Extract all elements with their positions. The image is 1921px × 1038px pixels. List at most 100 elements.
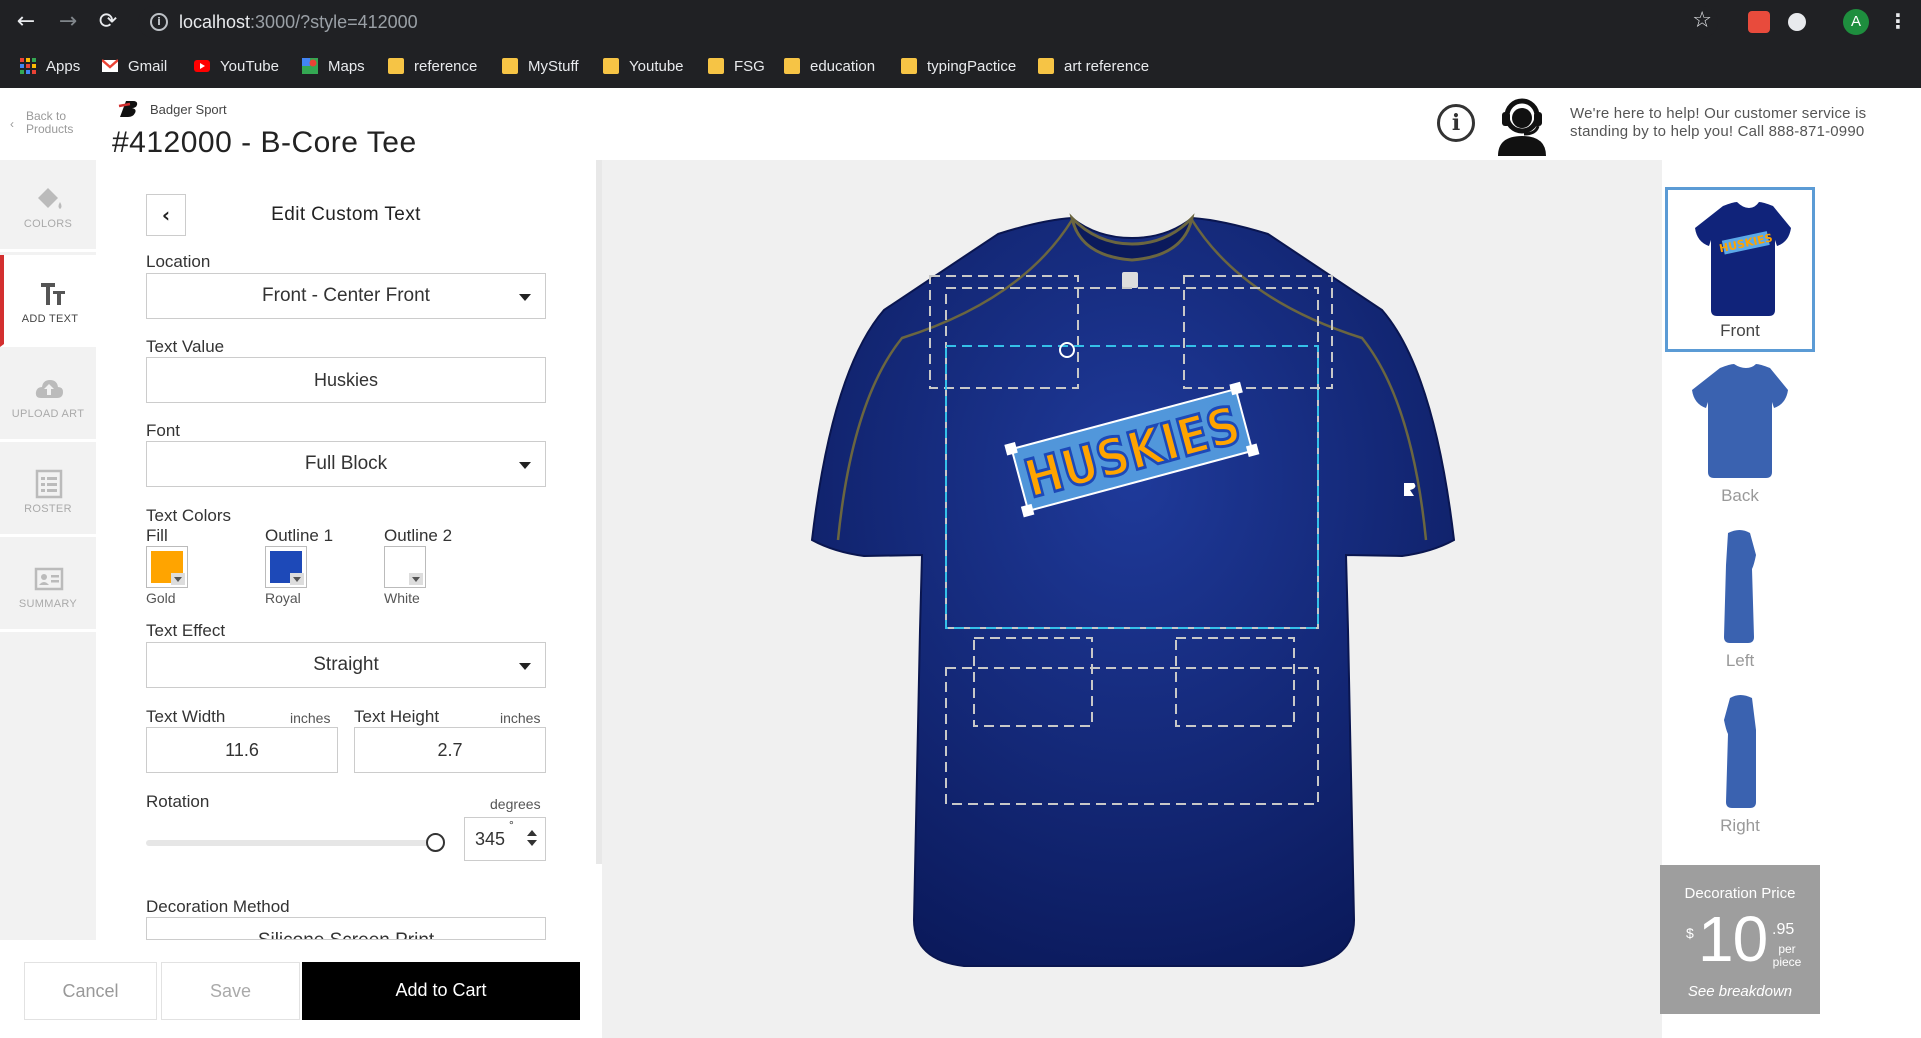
maps-icon (302, 58, 318, 74)
folder-icon (708, 58, 724, 74)
add-to-cart-button[interactable]: Add to Cart (302, 962, 580, 1020)
cancel-button[interactable]: Cancel (24, 962, 157, 1020)
site-info-icon[interactable]: i (150, 13, 168, 31)
rail-item-roster[interactable]: ROSTER (0, 445, 96, 537)
view-left[interactable]: Left (1665, 517, 1815, 682)
customer-service-agent-icon (1498, 98, 1546, 156)
text-value-input[interactable]: Huskies (146, 357, 546, 403)
decoration-method-select[interactable]: Silicone Screen Print (146, 917, 546, 940)
location-select[interactable]: Front - Center Front (146, 273, 546, 319)
view-right[interactable]: Right (1665, 682, 1815, 847)
rail-item-add-text[interactable]: ADD TEXT (0, 255, 96, 347)
reload-icon[interactable]: ⟳ (96, 10, 120, 34)
outline2-label: Outline 2 (384, 526, 453, 545)
spinner-arrows-icon[interactable] (527, 830, 537, 850)
outline1-color-swatch[interactable] (265, 546, 307, 588)
bookmark-folder[interactable]: art reference (1038, 44, 1149, 88)
rail-item-upload-art[interactable]: UPLOAD ART (0, 350, 96, 442)
bookmark-label: Youtube (629, 57, 684, 75)
text-width-input[interactable]: 11.6 (146, 727, 338, 773)
rail-item-colors[interactable]: COLORS (0, 160, 96, 252)
panel-back-button[interactable]: ‹ (146, 194, 186, 236)
view-back[interactable]: Back (1665, 352, 1815, 517)
folder-icon (502, 58, 518, 74)
tshirt-body (810, 216, 1456, 967)
action-bar: Cancel Save Add to Cart (0, 940, 602, 1038)
url-path: :3000/?style=412000 (250, 12, 418, 32)
bookmark-youtube[interactable]: YouTube (194, 44, 279, 88)
bookmark-label: FSG (734, 57, 765, 75)
forward-arrow-icon[interactable]: → (56, 10, 80, 34)
text-effect-select[interactable]: Straight (146, 642, 546, 688)
view-selector: HUSKIES Front Back Left Right (1665, 187, 1815, 852)
neck-logo-icon (1122, 272, 1138, 288)
rail-item-summary[interactable]: SUMMARY (0, 540, 96, 632)
url-text[interactable]: localhost:3000/?style=412000 (179, 12, 418, 33)
rotation-label: Rotation (146, 792, 210, 811)
decoration-price-box: Decoration Price $ 10 .95 per piece See … (1660, 865, 1820, 1014)
tshirt-left-thumbnail (1724, 530, 1756, 643)
save-button[interactable]: Save (161, 962, 300, 1020)
view-front[interactable]: HUSKIES Front (1665, 187, 1815, 352)
address-bar[interactable]: i localhost:3000/?style=412000 ☆ (138, 6, 1718, 38)
gmail-icon (102, 59, 118, 72)
bookmark-star-icon[interactable]: ☆ (1692, 8, 1712, 33)
bookmark-label: Gmail (128, 57, 168, 75)
extension-icon[interactable] (1788, 13, 1806, 31)
cloud-upload-icon (35, 380, 63, 398)
see-breakdown-link[interactable]: See breakdown (1660, 983, 1820, 1000)
caret-down-icon (409, 573, 423, 585)
bookmark-apps[interactable]: Apps (20, 44, 80, 88)
info-icon[interactable]: i (1437, 104, 1475, 142)
location-label: Location (146, 252, 211, 271)
decoration-method-label: Decoration Method (146, 897, 290, 916)
caret-down-icon (519, 663, 531, 670)
bookmark-gmail[interactable]: Gmail (102, 44, 167, 88)
caret-down-icon (519, 462, 531, 469)
price-currency: $ (1686, 925, 1694, 941)
extension-icon[interactable] (1748, 11, 1770, 33)
list-icon (35, 469, 63, 499)
folder-icon (388, 58, 404, 74)
font-select[interactable]: Full Block (146, 441, 546, 487)
panel-title: Edit Custom Text (271, 204, 421, 225)
bookmark-maps[interactable]: Maps (302, 44, 365, 88)
paint-bucket-icon (38, 188, 62, 209)
rotation-slider-thumb[interactable] (426, 833, 445, 852)
price-title: Decoration Price (1684, 885, 1796, 902)
fill-label: Fill (146, 526, 168, 545)
design-canvas[interactable]: HUSKIES (602, 160, 1662, 1038)
view-label: Left (1725, 651, 1755, 670)
text-height-input[interactable]: 2.7 (354, 727, 546, 773)
bookmark-folder[interactable]: FSG (708, 44, 765, 88)
bookmark-folder[interactable]: reference (388, 44, 477, 88)
profile-avatar[interactable]: A (1843, 9, 1869, 35)
rail-item-label: ROSTER (24, 503, 72, 515)
rail-item-label: ADD TEXT (21, 313, 79, 325)
shirt-preview[interactable]: HUSKIES (602, 160, 1662, 1038)
bookmark-folder[interactable]: Youtube (603, 44, 684, 88)
tshirt-back-thumbnail (1692, 364, 1788, 478)
help-line: standing by to help you! Call 888-871-09… (1570, 123, 1865, 140)
font-label: Font (146, 421, 181, 440)
bookmark-folder[interactable]: typingPactice (901, 44, 1016, 88)
rotation-input[interactable]: 345 ° (464, 817, 546, 861)
bookmark-folder[interactable]: MyStuff (502, 44, 579, 88)
text-width-value: 11.6 (225, 740, 259, 760)
location-value: Front - Center Front (262, 285, 430, 306)
view-label: Back (1721, 486, 1759, 505)
id-card-icon (34, 567, 64, 591)
bookmark-folder[interactable]: education (784, 44, 875, 88)
bookmark-label: reference (414, 57, 478, 75)
outline2-color-swatch[interactable] (384, 546, 426, 588)
page-title: #412000 - B-Core Tee (112, 126, 417, 159)
view-label: Front (1720, 321, 1760, 340)
fill-color-swatch[interactable] (146, 546, 188, 588)
back-arrow-icon[interactable]: ← (14, 10, 38, 34)
chrome-menu-icon[interactable]: ⋮ (1888, 9, 1908, 33)
bookmark-label: Maps (328, 57, 365, 75)
view-label: Right (1720, 816, 1760, 835)
rotation-slider-track[interactable] (146, 840, 436, 846)
rotation-value: 345 (475, 829, 506, 849)
help-line: We're here to help! Our customer service… (1570, 105, 1867, 122)
